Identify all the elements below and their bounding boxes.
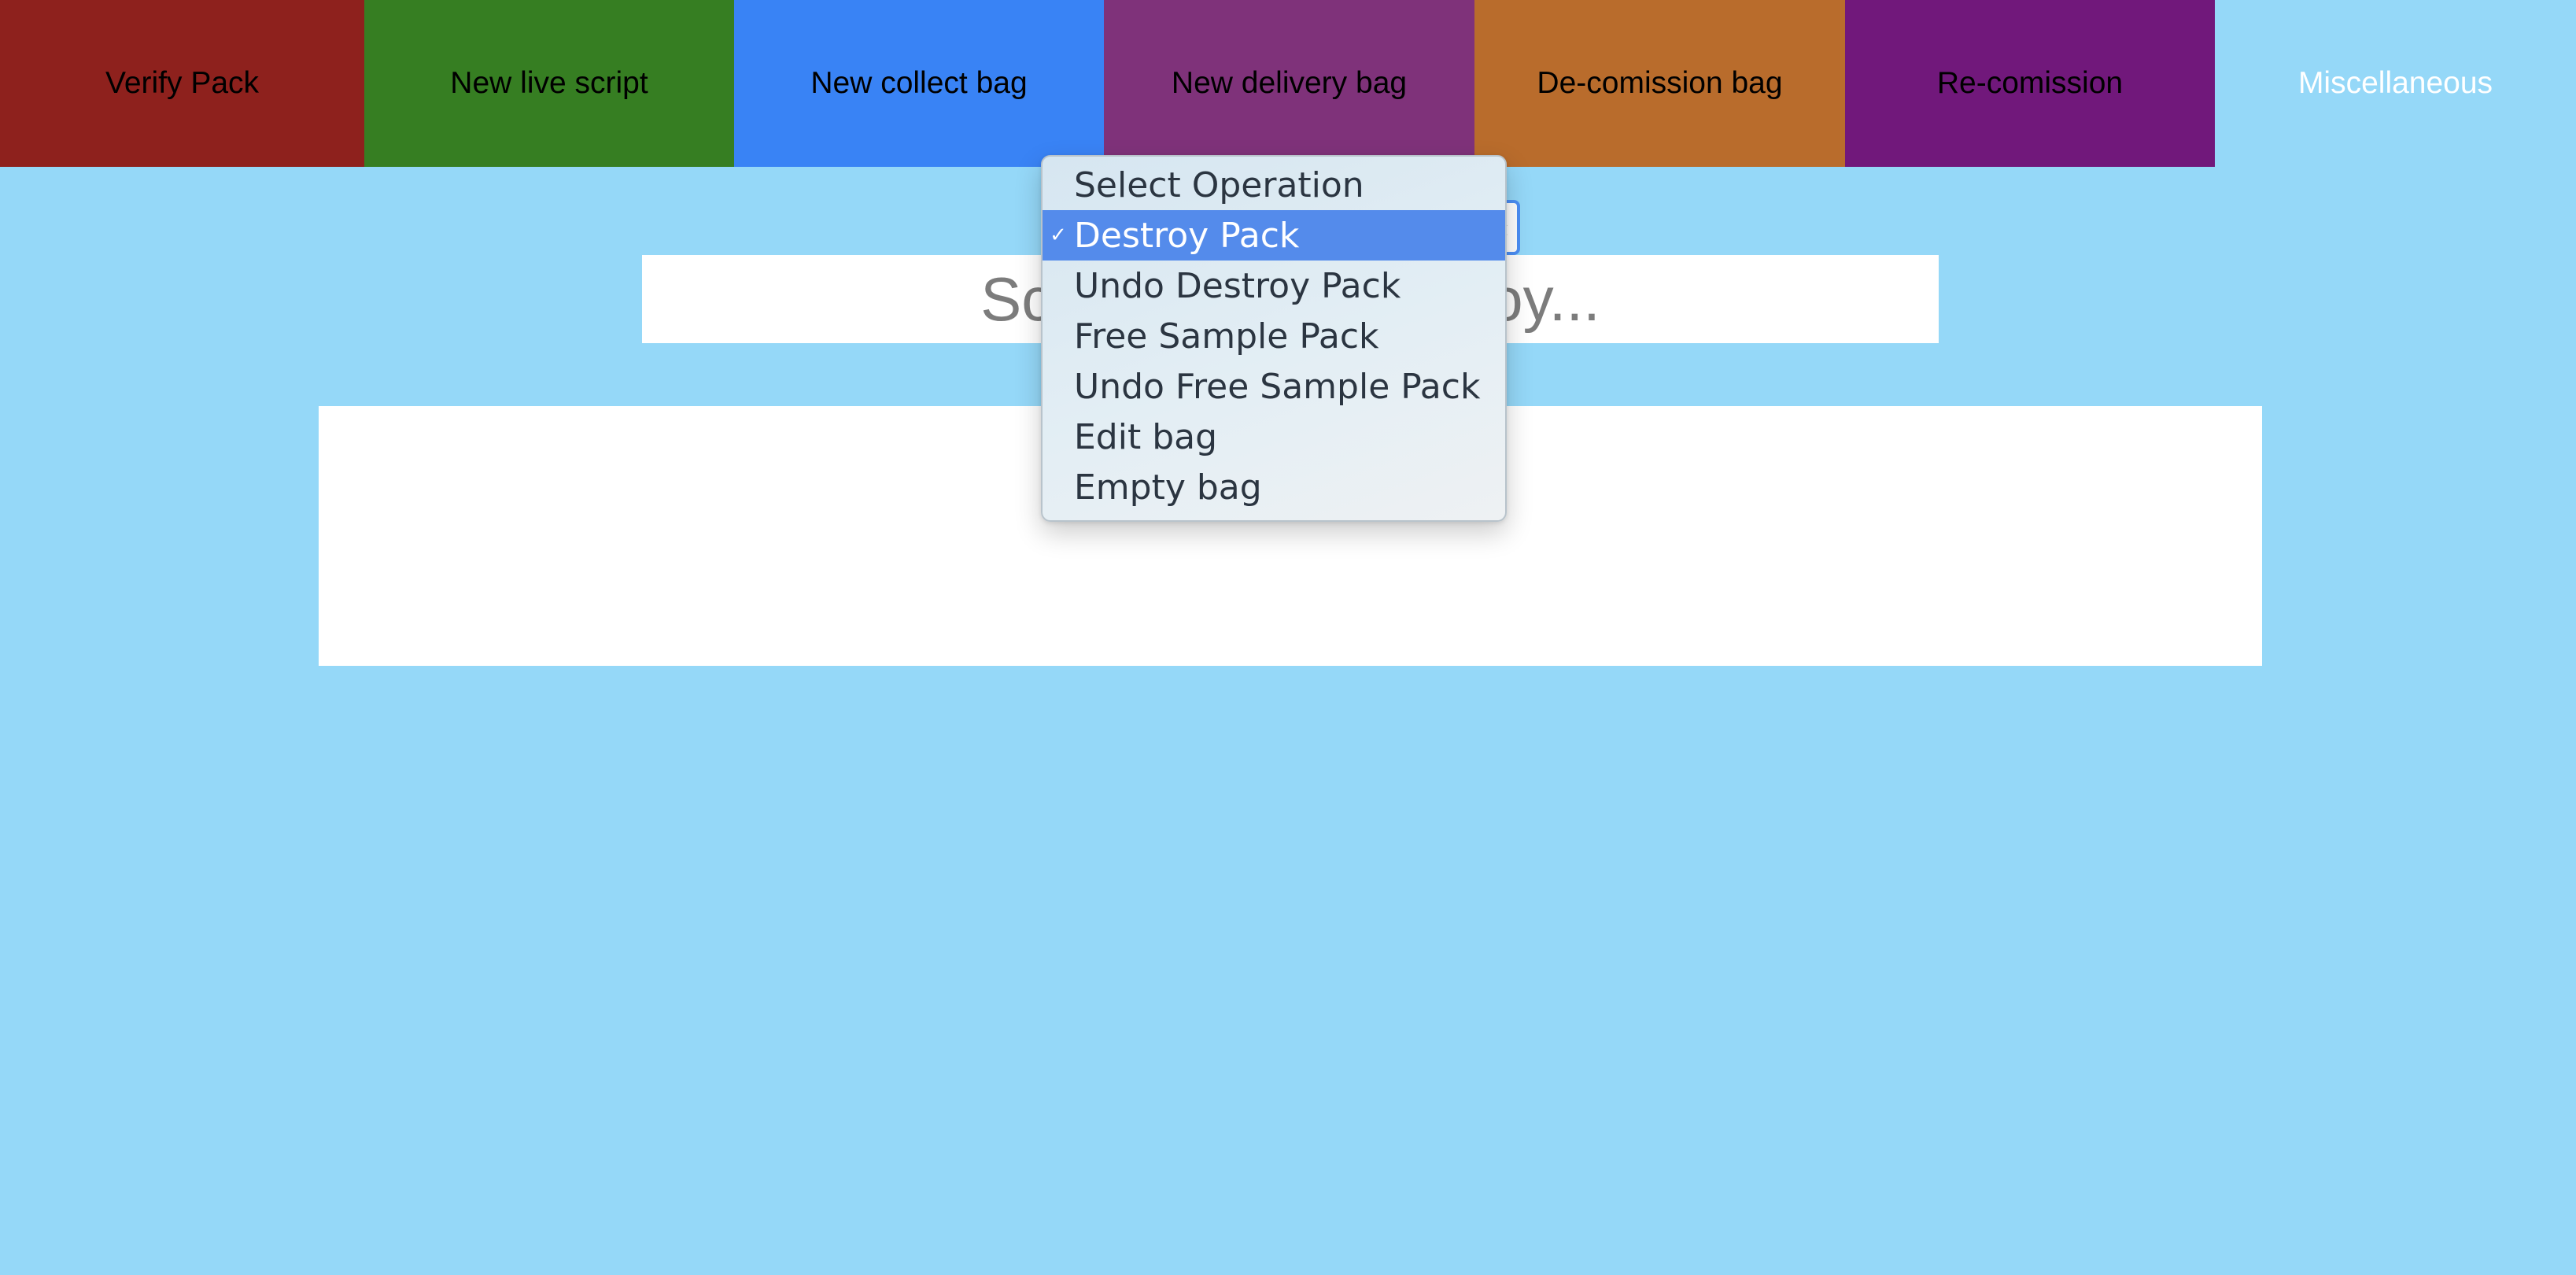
operation-dropdown-menu: Select Operation ✓ Destroy Pack Undo Des… bbox=[1041, 155, 1507, 522]
option-empty-bag[interactable]: Empty bag bbox=[1043, 462, 1505, 512]
tab-miscellaneous[interactable]: Miscellaneous bbox=[2215, 0, 2576, 167]
option-label: Undo Free Sample Pack bbox=[1074, 366, 1481, 407]
option-label: Edit bag bbox=[1074, 416, 1218, 457]
tab-recomission[interactable]: Re-comission bbox=[1845, 0, 2215, 167]
option-destroy-pack[interactable]: ✓ Destroy Pack bbox=[1043, 210, 1505, 261]
option-label: Undo Destroy Pack bbox=[1074, 265, 1401, 306]
option-free-sample-pack[interactable]: Free Sample Pack bbox=[1043, 311, 1505, 361]
option-label: Empty bag bbox=[1074, 467, 1262, 508]
tab-new-delivery-bag[interactable]: New delivery bag bbox=[1104, 0, 1474, 167]
checkmark-icon: ✓ bbox=[1050, 224, 1067, 247]
option-select-operation[interactable]: Select Operation bbox=[1043, 160, 1505, 210]
option-label: Destroy Pack bbox=[1074, 215, 1300, 256]
option-undo-destroy-pack[interactable]: Undo Destroy Pack bbox=[1043, 261, 1505, 311]
option-undo-free-sample-pack[interactable]: Undo Free Sample Pack bbox=[1043, 361, 1505, 412]
option-label: Select Operation bbox=[1074, 164, 1364, 205]
tab-decomission-bag[interactable]: De-comission bag bbox=[1474, 0, 1845, 167]
tab-new-collect-bag[interactable]: New collect bag bbox=[734, 0, 1104, 167]
tab-new-live-script[interactable]: New live script bbox=[364, 0, 734, 167]
option-label: Free Sample Pack bbox=[1074, 316, 1379, 357]
top-navigation: Verify Pack New live script New collect … bbox=[0, 0, 2576, 167]
tab-verify-pack[interactable]: Verify Pack bbox=[0, 0, 364, 167]
option-edit-bag[interactable]: Edit bag bbox=[1043, 412, 1505, 462]
